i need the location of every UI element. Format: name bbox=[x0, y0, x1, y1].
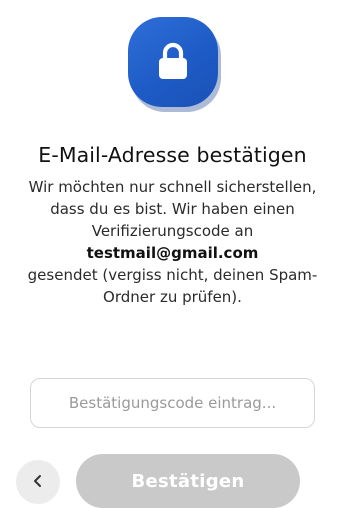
page-title: E-Mail-Adresse bestätigen bbox=[38, 143, 307, 167]
confirm-button[interactable]: Bestätigen bbox=[76, 454, 300, 508]
app-lock-badge bbox=[128, 17, 218, 107]
back-button[interactable] bbox=[16, 460, 60, 504]
lock-icon bbox=[155, 42, 191, 82]
verification-description: Wir möchten nur schnell sicherstellen, d… bbox=[20, 176, 325, 308]
verification-code-input[interactable] bbox=[40, 393, 305, 413]
email-address: testmail@gmail.com bbox=[86, 244, 259, 262]
description-intro: Wir möchten nur schnell sicherstellen, d… bbox=[28, 178, 317, 240]
verification-code-field[interactable] bbox=[30, 378, 315, 428]
confirm-button-label: Bestätigen bbox=[131, 470, 245, 492]
description-spam-hint: gesendet (vergiss nicht, deinen Spam-Ord… bbox=[27, 266, 318, 306]
chevron-left-icon bbox=[31, 473, 45, 492]
